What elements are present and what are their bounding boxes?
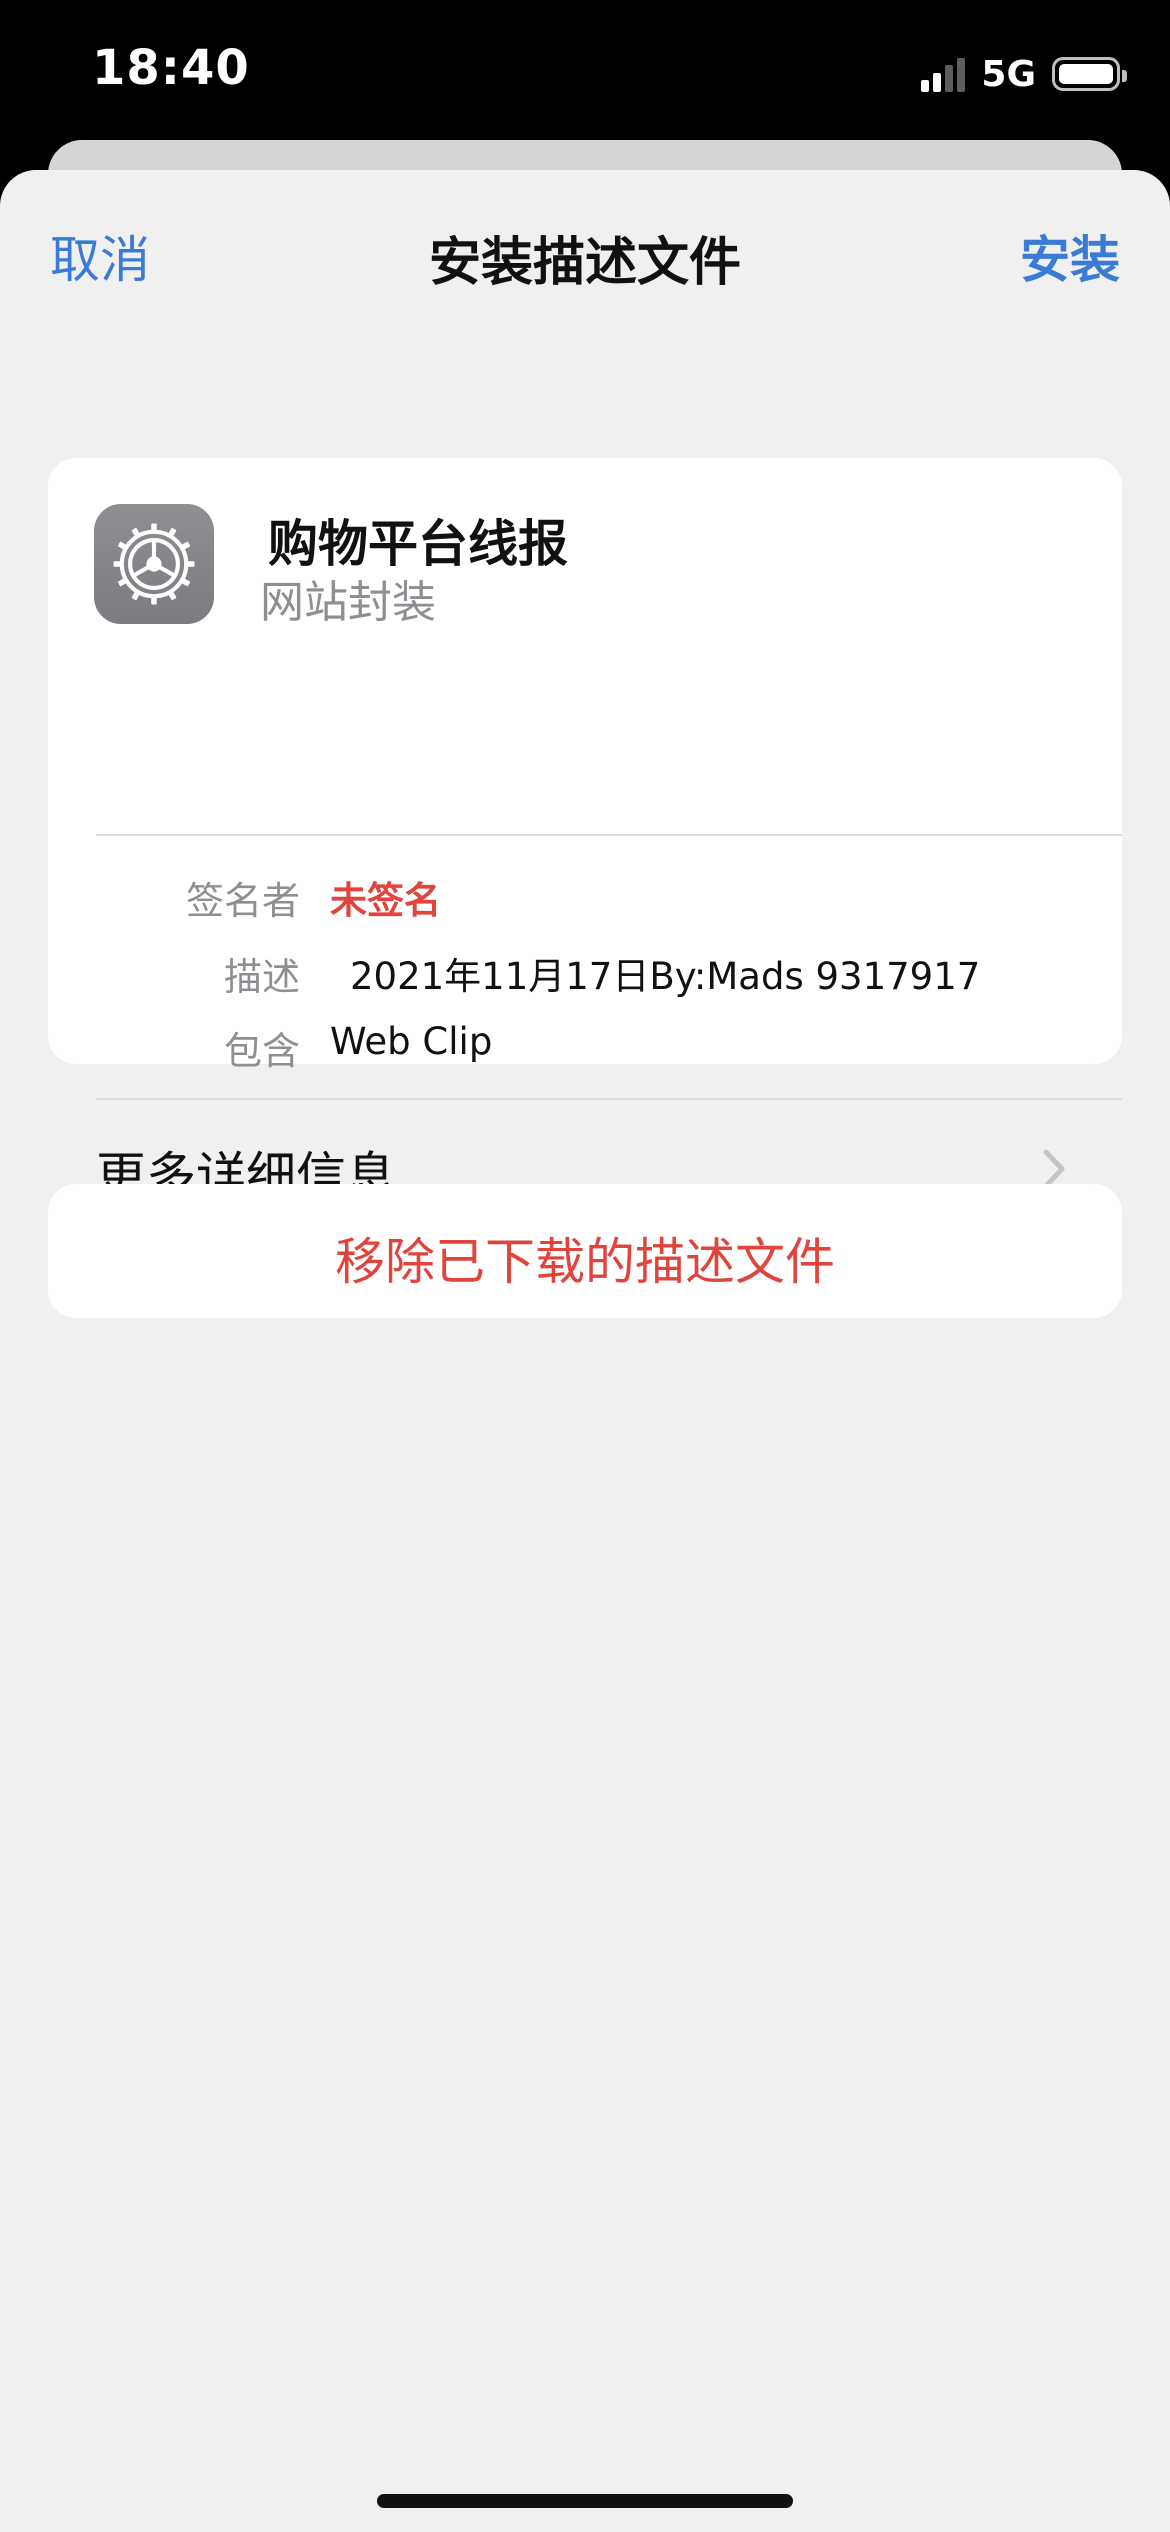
remove-profile-button[interactable]: 移除已下载的描述文件 bbox=[48, 1184, 1122, 1318]
screen: 18:40 5G 取消 安装描述文件 安装 购物平台线报 网站封装 签名者 未签… bbox=[0, 0, 1170, 2532]
profile-card: 购物平台线报 网站封装 签名者 未签名 描述 2021年11月17日By:Mad… bbox=[48, 458, 1122, 1205]
settings-gear-icon bbox=[94, 504, 214, 624]
status-bar: 18:40 5G bbox=[0, 0, 1170, 150]
install-profile-sheet: 取消 安装描述文件 安装 购物平台线报 网站封装 签名者 未签名 描述 2021… bbox=[0, 170, 1170, 2532]
home-indicator[interactable] bbox=[377, 2494, 793, 2508]
status-indicators: 5G bbox=[921, 52, 1127, 96]
cancel-button[interactable]: 取消 bbox=[50, 220, 150, 292]
divider bbox=[96, 834, 1122, 836]
contains-value: Web Clip bbox=[330, 1020, 493, 1063]
network-type: 5G bbox=[981, 53, 1036, 95]
contains-label: 包含 bbox=[223, 1029, 300, 1073]
install-button[interactable]: 安装 bbox=[1020, 220, 1120, 292]
status-time: 18:40 bbox=[92, 40, 250, 96]
page-title: 安装描述文件 bbox=[428, 233, 741, 293]
signer-value: 未签名 bbox=[330, 879, 441, 922]
description-label: 描述 bbox=[223, 955, 300, 999]
battery-icon bbox=[1052, 57, 1127, 91]
description-value: 2021年11月17日By:Mads 9317917 bbox=[350, 955, 981, 998]
remove-profile-label: 移除已下载的描述文件 bbox=[335, 1233, 835, 1291]
profile-subtitle: 网站封装 bbox=[260, 577, 436, 628]
cellular-signal-icon bbox=[921, 56, 966, 92]
signer-label: 签名者 bbox=[185, 879, 300, 923]
